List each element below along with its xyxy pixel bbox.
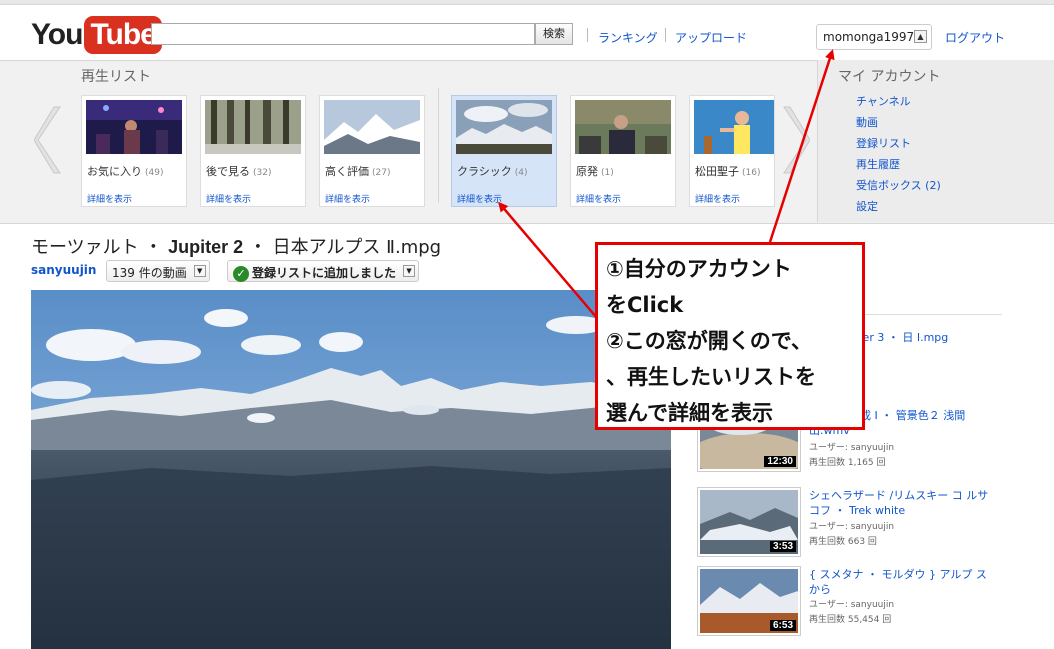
related-meta: ユーザー: sanyuujin <box>809 443 895 453</box>
playlist-thumbnail <box>694 100 774 154</box>
playlist-card-liked[interactable]: 高く評価 (27) 詳細を表示 <box>319 95 425 207</box>
subscriptions-link[interactable]: 登録リスト <box>856 135 911 151</box>
channel-link[interactable]: チャンネル <box>856 93 911 109</box>
duration-badge: 6:53 <box>769 620 796 631</box>
show-details-link[interactable]: 詳細を表示 <box>576 192 621 205</box>
related-meta: 再生回数 663 回 <box>809 537 877 547</box>
playlist-thumbnail <box>205 100 301 154</box>
related-meta: ユーザー: sanyuujin <box>809 600 895 610</box>
search-button[interactable]: 検索 <box>535 23 573 45</box>
logo-you-text: You <box>31 18 83 51</box>
annotation-line: ①自分のアカウント <box>606 257 792 281</box>
playlist-thumbnail <box>456 100 552 154</box>
uploader-link[interactable]: sanyuujin <box>31 263 96 277</box>
show-details-link[interactable]: 詳細を表示 <box>695 192 740 205</box>
related-meta: 再生回数 1,165 回 <box>809 458 886 468</box>
related-meta: 再生回数 55,454 回 <box>809 615 892 625</box>
related-meta: ユーザー: sanyuujin <box>809 522 895 532</box>
annotation-line: をClick <box>606 293 684 317</box>
playlist-card-favorites[interactable]: お気に入り (49) 詳細を表示 <box>81 95 187 207</box>
carousel-next-icon[interactable] <box>780 105 810 175</box>
check-icon: ✓ <box>233 265 249 282</box>
chevron-up-icon: ▲ <box>914 30 927 43</box>
inbox-link[interactable]: 受信ボックス (2) <box>856 177 941 193</box>
header-separator <box>587 28 588 42</box>
panel-divider <box>438 88 439 203</box>
related-thumbnail[interactable]: 3:53 <box>697 487 801 557</box>
history-link[interactable]: 再生履歴 <box>856 156 900 172</box>
show-details-link[interactable]: 詳細を表示 <box>206 192 251 205</box>
annotation-callout: ①自分のアカウント をClick ②この窓が開くので、 、再生したいリストを 選… <box>595 242 865 430</box>
duration-badge: 12:30 <box>764 456 796 467</box>
playlist-label: 原発 (1) <box>576 165 614 178</box>
search-input[interactable] <box>151 23 535 45</box>
playlist-card-watch-later[interactable]: 後で見る (32) 詳細を表示 <box>200 95 306 207</box>
subscribed-dropdown[interactable]: ✓ 登録リストに追加しました ▼ <box>227 260 420 282</box>
settings-link[interactable]: 設定 <box>856 198 878 214</box>
video-player[interactable] <box>31 290 671 649</box>
playlist-card-nuclear[interactable]: 原発 (1) 詳細を表示 <box>570 95 676 207</box>
related-title[interactable]: シェヘラザード /リムスキー コ ルサコフ ・ Trek white <box>809 488 994 518</box>
videos-link[interactable]: 動画 <box>856 114 878 130</box>
upload-link[interactable]: アップロード <box>675 29 747 46</box>
annotation-line: 選んで詳細を表示 <box>606 401 773 425</box>
chevron-down-icon: ▼ <box>193 265 206 277</box>
playlist-label: クラシック (4) <box>457 165 528 178</box>
youtube-logo[interactable]: You Tube <box>31 14 162 56</box>
playlist-thumbnail <box>324 100 420 154</box>
annotation-line: ②この窓が開くので、 <box>606 329 812 353</box>
related-thumbnail[interactable]: 6:53 <box>697 566 801 636</box>
playlist-thumbnail <box>86 100 182 154</box>
logout-link[interactable]: ログアウト <box>945 29 1005 46</box>
show-details-link[interactable]: 詳細を表示 <box>87 192 132 205</box>
playlist-label: 高く評価 (27) <box>325 165 391 178</box>
playlist-label: 松田聖子 (16) <box>695 165 761 178</box>
subscribed-label: 登録リストに追加しました <box>252 266 397 280</box>
duration-badge: 3:53 <box>769 541 796 552</box>
chevron-down-icon: ▼ <box>403 265 416 277</box>
video-count-dropdown[interactable]: 139 件の動画 ▼ <box>106 260 210 282</box>
carousel-prev-icon[interactable] <box>34 105 64 175</box>
playlist-label: お気に入り (49) <box>87 165 164 178</box>
video-count-label: 139 件の動画 <box>112 266 187 280</box>
playlist-thumbnail <box>575 100 671 154</box>
browser-top-line <box>0 0 1054 5</box>
show-details-link[interactable]: 詳細を表示 <box>325 192 370 205</box>
annotation-line: 、再生したいリストを <box>606 365 816 389</box>
show-details-link[interactable]: 詳細を表示 <box>457 192 502 205</box>
username: momonga1997 <box>823 30 915 44</box>
ranking-link[interactable]: ランキング <box>598 29 658 46</box>
playlist-label: 後で見る (32) <box>206 165 272 178</box>
playlist-card-classic[interactable]: クラシック (4) 詳細を表示 <box>451 95 557 207</box>
header-separator <box>665 28 666 42</box>
playlist-card-seiko[interactable]: 松田聖子 (16) 詳細を表示 <box>689 95 775 207</box>
my-account-title: マイ アカウント <box>838 69 941 85</box>
account-menu-button[interactable]: momonga1997 ▲ <box>816 24 932 50</box>
video-title: モーツァルト ・ Jupiter 2 ・ 日本アルプス Ⅱ.mpg <box>31 237 442 258</box>
playlist-panel-title: 再生リスト <box>81 69 151 85</box>
related-title[interactable]: { スメタナ ・ モルダウ } アルプ スから <box>809 567 994 597</box>
